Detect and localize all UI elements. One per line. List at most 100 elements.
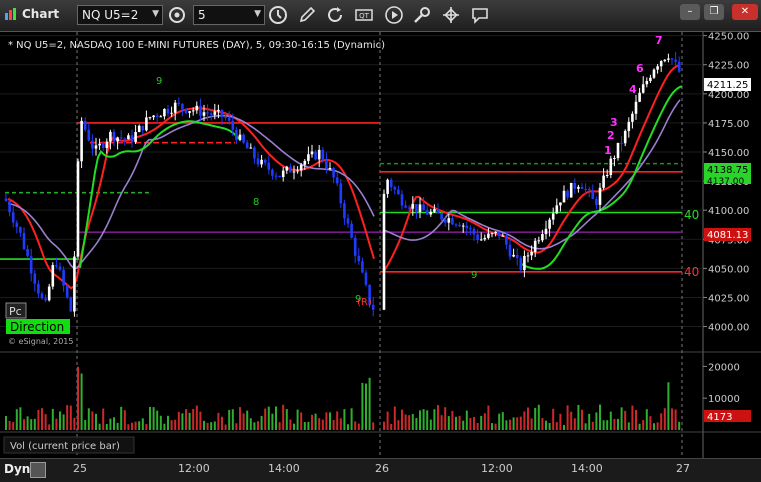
dyn-mode-icon[interactable] <box>30 462 46 478</box>
candle-up <box>541 234 544 241</box>
candle-down <box>181 103 184 109</box>
candle-down <box>580 186 584 189</box>
candle-down <box>141 125 145 131</box>
volume-bar <box>386 411 389 430</box>
candle-down <box>166 108 170 114</box>
candle-up <box>526 255 530 257</box>
volume-bar <box>408 415 411 430</box>
volume-bar <box>624 410 627 430</box>
interval-dropdown[interactable]: 5 ▼ <box>193 5 265 25</box>
candle-up <box>501 235 505 237</box>
candle-up <box>663 59 667 62</box>
candle-up <box>555 205 559 214</box>
restore-button[interactable]: ❐ <box>704 4 724 20</box>
volume-bar <box>563 424 565 430</box>
candle-down <box>19 227 22 233</box>
volume-bar <box>224 424 227 430</box>
dyn-label[interactable]: Dyn <box>4 462 30 476</box>
candle-up <box>317 149 321 160</box>
volume-bar <box>62 414 65 430</box>
candle-up <box>249 147 253 149</box>
cursor-sync-icon[interactable] <box>167 5 187 25</box>
minimize-button[interactable]: – <box>680 4 700 20</box>
volume-bar <box>671 408 673 430</box>
candle-down <box>220 109 224 118</box>
play-icon[interactable] <box>384 5 404 25</box>
candle-down <box>335 177 339 184</box>
candle-up <box>202 112 206 116</box>
candle-down <box>235 129 238 140</box>
clock-icon[interactable] <box>268 5 288 25</box>
volume-bar <box>59 411 61 430</box>
refresh-icon[interactable] <box>325 5 345 25</box>
comment-icon[interactable] <box>470 5 490 25</box>
volume-bar <box>159 415 162 430</box>
volume-bar <box>473 416 475 430</box>
volume-bar <box>566 405 569 430</box>
candle-down <box>508 244 512 257</box>
crosshair-icon[interactable] <box>441 5 461 25</box>
y-tick-label: 4100.00 <box>708 206 749 217</box>
candle-down <box>357 255 361 262</box>
volume-bar <box>41 408 43 430</box>
price-chart[interactable]: 4000.004025.004050.004075.004100.004125.… <box>0 32 761 458</box>
volume-bar <box>660 413 663 430</box>
symbol-dropdown[interactable]: NQ U5=2 ▼ <box>77 5 163 25</box>
candle-up <box>98 143 101 146</box>
close-button[interactable]: ✕ <box>732 4 758 20</box>
volume-bar <box>145 424 148 430</box>
candle-up <box>159 116 163 118</box>
ma-green2-badge: 4137.00 <box>707 177 744 187</box>
volume-bar <box>599 404 601 430</box>
volume-bar <box>264 408 267 430</box>
volume-bar <box>98 423 101 430</box>
x-tick: 14:00 <box>268 462 300 475</box>
candle-down <box>256 158 260 165</box>
candle-down <box>465 225 469 229</box>
candle-up <box>109 131 112 142</box>
candle-down <box>332 168 335 178</box>
tools-icon[interactable] <box>412 5 432 25</box>
countdown-3: 3 <box>610 116 618 129</box>
volume-bar <box>102 408 105 430</box>
volume-bar <box>311 414 313 430</box>
y-tick-label: 4150.00 <box>708 148 749 159</box>
volume-bar <box>422 409 425 430</box>
setup-8: 8 <box>253 197 259 208</box>
volume-bar <box>116 422 119 430</box>
level-40-lower: 40 <box>684 265 699 279</box>
candle-up <box>76 161 80 257</box>
volume-bar <box>152 407 155 430</box>
candle-up <box>116 137 119 142</box>
candle-down <box>253 147 256 159</box>
volume-bar <box>494 423 497 430</box>
candle-up <box>487 233 490 238</box>
volume-bar <box>537 404 540 430</box>
candle-down <box>677 61 681 72</box>
candle-up <box>299 164 303 171</box>
quote-icon[interactable]: QT <box>354 5 374 25</box>
candle-up <box>609 158 613 176</box>
candle-up <box>260 159 263 165</box>
candle-up <box>163 108 166 117</box>
volume-bar <box>321 419 324 430</box>
pencil-icon[interactable] <box>297 5 317 25</box>
volume-bar <box>282 404 285 430</box>
volume-bar <box>588 413 591 430</box>
candle-down <box>400 194 404 206</box>
candle-down <box>364 272 368 285</box>
volume-bar <box>545 420 547 430</box>
volume-bar <box>174 419 177 430</box>
candle-up <box>137 125 141 132</box>
candle-down <box>573 182 577 189</box>
candle-up <box>51 265 55 287</box>
countdown-1: 1 <box>604 144 612 157</box>
candle-down <box>267 162 271 170</box>
candle-up <box>659 61 663 67</box>
volume-bar <box>487 405 490 430</box>
last-price-badge: 4211.25 <box>707 80 748 91</box>
candle-down <box>177 102 181 104</box>
volume-bar <box>239 407 241 430</box>
candle-down <box>451 218 454 225</box>
candle-up <box>645 80 649 85</box>
